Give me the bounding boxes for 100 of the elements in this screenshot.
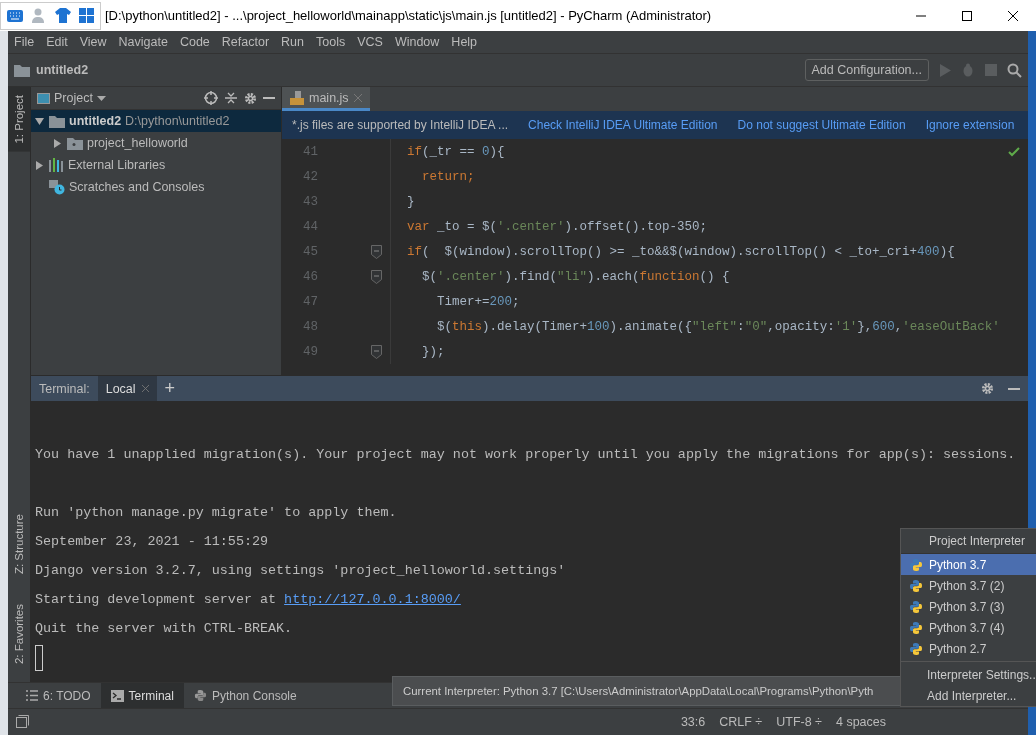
menu-item[interactable]: Refactor [215,35,276,49]
tree-item-label: project_helloworld [87,136,188,150]
line-number: 48 [302,319,319,334]
keyboard-icon[interactable] [7,9,23,22]
expanded-arrow-icon[interactable] [35,116,44,126]
line-number: 44 [302,219,319,234]
menu-item[interactable]: Edit [40,35,74,49]
tree-row[interactable]: External Libraries [31,154,281,176]
scratch-clock-icon [49,179,65,195]
terminal-output-line: Django version 3.2.7, using settings 'project_helloworld.settings' [35,563,566,578]
terminal-icon [110,689,124,702]
breadcrumb[interactable]: untitled2 [36,63,89,77]
code-line: $(this).delay(Timer+100).animate({"left":"0",opacity:'1'},600,'easeOutBack' [436,319,1000,334]
editor-tab[interactable]: main.js [282,87,370,111]
menu-item[interactable]: VCS [351,35,389,49]
text-cursor [35,644,43,671]
fold-marker-icon[interactable] [371,344,382,359]
interpreter-option[interactable]: Python 3.7 (4) [901,617,1036,638]
settings-icon[interactable] [981,382,994,395]
code-line: $('.center').find("li").each(function() { [421,269,730,284]
python-icon [909,578,923,593]
dropdown-caret-icon[interactable] [96,95,106,101]
popup-title: Project Interpreter [929,534,1026,548]
panel-title[interactable]: Project [54,91,93,105]
python-icon [909,557,923,572]
popup-action[interactable]: Add Interpreter... [901,685,1036,706]
tree-row[interactable]: Scratches and Consoles [31,176,281,198]
menu-item[interactable]: Code [173,35,216,49]
python-icon [909,641,923,656]
banner-link[interactable]: Do not suggest Ultimate Edition [737,118,906,132]
terminal-output-line: September 23, 2021 - 11:55:29 [35,534,269,549]
tooltip: Current Interpreter: Python 3.7 [C:\Users\Administrator\AppData\Local\Programs\Python\Pyth [392,676,902,706]
banner-link[interactable]: Check IntelliJ IDEA Ultimate Edition [528,118,718,132]
checkmark-icon [1008,147,1020,157]
folder-icon [49,114,65,128]
terminal-output-line: Starting development server at http://127.0.0.1:8000/ [35,592,461,607]
tree-item-label: Scratches and Consoles [69,180,205,194]
menu-item[interactable]: Navigate [112,35,174,49]
menu-item[interactable]: View [73,35,113,49]
line-number: 49 [302,344,319,359]
code-line: Timer+=200; [436,294,520,309]
collapsed-arrow-icon[interactable] [53,138,62,148]
shirt-icon[interactable] [55,8,71,23]
tree-item-path: D:\python\untitled2 [125,114,230,128]
interpreter-option[interactable]: Python 2.7 [901,638,1036,659]
window-title: [D:\python\untitled2] - ...\project_helloworld\mainapp\static\js\main.js [untitled2] - PyCharm (Administrator) [104,8,713,23]
panel-icon [37,92,50,104]
interpreter-option[interactable]: Python 3.7 (2) [901,575,1036,596]
menu-item[interactable]: Tools [310,35,352,49]
fold-marker-icon[interactable] [371,244,382,259]
interpreter-option[interactable]: Python 3.7 (3) [901,596,1036,617]
python-icon [193,689,207,702]
new-tab-button[interactable]: + [156,378,184,399]
list-icon [26,690,38,701]
tree-row[interactable]: untitled2 D:\python\untitled2 [31,110,281,132]
collapse-all-icon[interactable] [224,91,238,105]
status-item[interactable]: 33:6 [680,714,706,729]
tool-window-tab[interactable]: Python Console [183,683,307,708]
add-configuration-button[interactable]: Add Configuration... [804,59,929,81]
status-item[interactable]: CRLF ÷ [719,714,763,729]
python-icon [909,599,923,614]
terminal-output-line: Run 'python manage.py migrate' to apply them. [35,505,397,520]
grid-icon[interactable] [79,8,94,23]
menu-item[interactable]: Window [388,35,446,49]
banner-link[interactable]: Ignore extension [925,118,1015,132]
status-item[interactable]: 4 spaces [835,714,886,729]
status-item[interactable]: UTF-8 ÷ [776,714,822,729]
python-icon [909,620,923,635]
tool-window-tab[interactable]: Z: Structure [8,505,30,582]
close-icon[interactable] [141,385,149,392]
server-link[interactable]: http://127.0.0.1:8000/ [284,592,461,607]
tree-row[interactable]: project_helloworld [31,132,281,154]
menu-item[interactable]: Help [445,35,484,49]
panel-toggle-icon[interactable] [16,715,29,728]
folder-icon [67,136,83,150]
session-tab[interactable]: Local [97,376,157,401]
code-line: }); [421,344,445,359]
collapsed-arrow-icon[interactable] [35,160,44,170]
menu-item[interactable]: File [8,35,41,49]
tool-window-tab[interactable]: 1: Project [8,87,30,152]
line-number: 41 [302,144,319,159]
line-number: 42 [302,169,319,184]
line-number: 45 [302,244,319,259]
popup-action[interactable]: Interpreter Settings.. [901,664,1036,685]
search-icon[interactable] [1007,62,1022,78]
settings-icon[interactable] [244,91,257,105]
tool-window-tab[interactable]: 2: Favorites [8,595,30,672]
banner-message: *.js files are supported by IntelliJ IDEA ... [292,118,509,132]
library-icon [49,158,64,172]
line-number: 43 [302,194,319,209]
locate-icon[interactable] [204,91,218,105]
code-line: if(_tr == 0){ [406,144,505,159]
menu-item[interactable]: Run [275,35,310,49]
terminal-output-line: Quit the server with CTRL-BREAK. [35,621,293,636]
interpreter-option[interactable]: Python 3.7 [901,554,1036,575]
code-line: return; [421,169,475,184]
tool-window-tab[interactable]: 6: TODO [16,683,101,708]
fold-marker-icon[interactable] [371,269,382,284]
line-number: 46 [302,269,319,284]
tool-window-tab[interactable]: Terminal [100,683,184,708]
